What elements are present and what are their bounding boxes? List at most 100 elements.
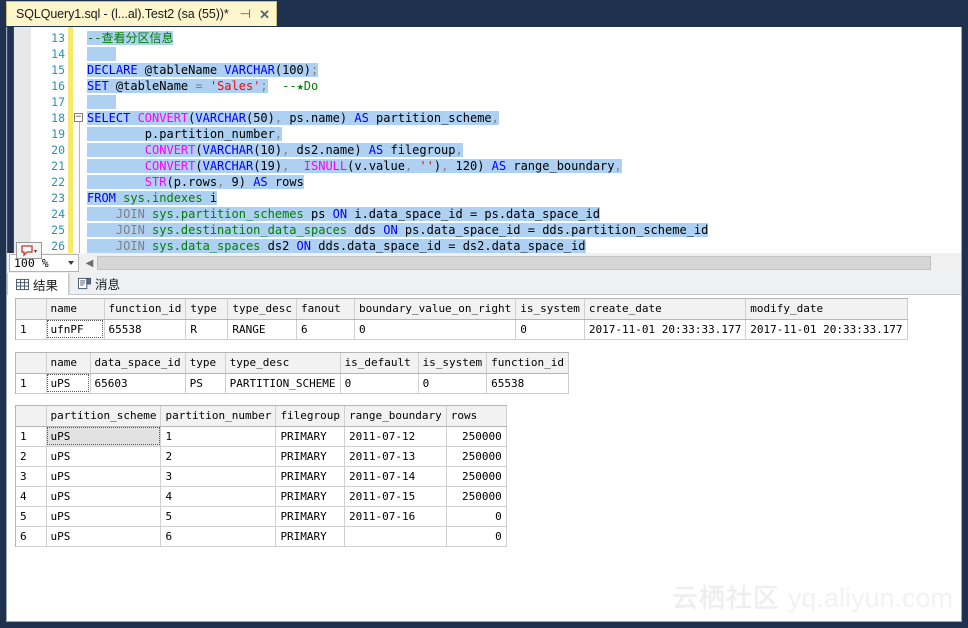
grid-column-header[interactable]: boundary_value_on_right <box>354 299 517 320</box>
grid-column-header[interactable]: name <box>46 299 105 320</box>
grid-cell[interactable]: PRIMARY <box>275 486 346 507</box>
grid-column-header[interactable]: type <box>185 299 229 320</box>
grid-cell[interactable]: 6 <box>296 319 355 340</box>
code-line[interactable]: p.partition_number, <box>87 126 283 142</box>
grid-cell[interactable]: 2011-07-16 <box>344 506 447 527</box>
scroll-left-arrow-icon[interactable]: ◀ <box>83 255 96 271</box>
grid-cell[interactable]: 6 <box>160 526 277 547</box>
partition-detail-grid[interactable]: partition_scheme partition_number filegrou… <box>15 405 507 547</box>
sql-editor[interactable]: 13 14 15 16 17 18 19 20 21 22 23 24 25 26 − --查看分区信息 … <box>6 27 962 263</box>
table-row[interactable]: 3 uPS 3 PRIMARY 2011-07-14 250000 <box>16 466 507 487</box>
grid-column-header[interactable]: modify_date <box>745 299 908 320</box>
grid-row-header[interactable]: 2 <box>16 446 47 467</box>
grid-cell[interactable]: 3 <box>160 466 277 487</box>
grid-cell[interactable]: 0 <box>354 319 517 340</box>
grid-cell[interactable]: 250000 <box>446 446 507 467</box>
grid-cell[interactable]: uPS <box>46 506 162 527</box>
grid-cell[interactable]: 65603 <box>90 373 186 394</box>
grid-row-header[interactable]: 6 <box>16 526 47 547</box>
grid-row-header[interactable]: 4 <box>16 486 47 507</box>
grid-cell[interactable]: 250000 <box>446 486 507 507</box>
collapse-region-icon[interactable]: − <box>74 113 83 122</box>
grid-cell[interactable]: uPS <box>46 446 162 467</box>
grid-cell[interactable]: PRIMARY <box>275 466 346 487</box>
grid-column-header[interactable]: type_desc <box>225 353 341 374</box>
grid-cell[interactable]: uPS <box>46 486 162 507</box>
grid-row-header[interactable]: 1 <box>16 426 47 447</box>
grid-cell[interactable]: 250000 <box>446 466 507 487</box>
table-row[interactable]: 6 uPS 6 PRIMARY 0 <box>16 526 507 547</box>
grid-column-header[interactable]: is_system <box>418 353 488 374</box>
grid-column-header[interactable]: is_default <box>340 353 419 374</box>
grid-column-header[interactable]: rows <box>446 406 507 427</box>
grid-cell[interactable]: 0 <box>446 526 507 547</box>
code-line[interactable]: CONVERT(VARCHAR(19), ISNULL(v.value, '')… <box>87 158 622 174</box>
intellisense-bubble-icon[interactable] <box>16 242 42 259</box>
grid-cell[interactable]: 250000 <box>446 426 507 447</box>
grid-column-header[interactable]: function_id <box>104 299 187 320</box>
grid-column-header[interactable]: type <box>185 353 226 374</box>
grid-cell[interactable]: 1 <box>160 426 277 447</box>
grid-cell[interactable]: 0 <box>340 373 419 394</box>
grid-cell[interactable]: PRIMARY <box>275 506 346 527</box>
grid-column-header[interactable]: filegroup <box>275 406 346 427</box>
grid-cell[interactable]: RANGE <box>227 319 297 340</box>
selection-margin[interactable] <box>14 27 31 263</box>
code-line[interactable]: FROM sys.indexes i <box>87 190 218 206</box>
grid-row-header[interactable]: 5 <box>16 506 47 527</box>
grid-cell[interactable]: 2011-07-13 <box>344 446 447 467</box>
grid-cell[interactable] <box>344 526 447 547</box>
grid-cell[interactable]: 0 <box>446 506 507 527</box>
grid-column-header[interactable]: function_id <box>486 353 570 374</box>
grid-column-header[interactable]: partition_scheme <box>46 406 162 427</box>
grid-corner-header[interactable] <box>16 406 47 427</box>
grid-cell[interactable]: PRIMARY <box>275 446 346 467</box>
code-line[interactable]: JOIN sys.partition_schemes ps ON i.data_… <box>87 206 600 222</box>
grid-cell[interactable]: uPS <box>46 426 162 447</box>
table-row[interactable]: 4 uPS 4 PRIMARY 2011-07-15 250000 <box>16 486 507 507</box>
grid-column-header[interactable]: fanout <box>296 299 355 320</box>
code-line[interactable] <box>87 46 116 62</box>
table-row[interactable]: 1 uPS 65603 PS PARTITION_SCHEME 0 0 65538 <box>16 373 570 394</box>
grid-cell[interactable]: PARTITION_SCHEME <box>225 373 341 394</box>
grid-cell[interactable]: ufnPF <box>46 319 105 340</box>
code-line[interactable]: SELECT CONVERT(VARCHAR(50), ps.name) AS … <box>87 110 499 126</box>
table-row[interactable]: 1 uPS 1 PRIMARY 2011-07-12 250000 <box>16 426 507 447</box>
grid-cell[interactable]: PS <box>185 373 226 394</box>
document-tab[interactable]: SQLQuery1.sql - (l...al).Test2 (sa (55))… <box>6 1 277 26</box>
grid-cell[interactable]: PRIMARY <box>275 526 346 547</box>
grid-cell[interactable]: 2011-07-12 <box>344 426 447 447</box>
grid-cell[interactable]: 4 <box>160 486 277 507</box>
grid-column-header[interactable]: range_boundary <box>344 406 447 427</box>
outlining-column[interactable]: − <box>73 27 87 263</box>
grid-cell[interactable]: 2011-07-14 <box>344 466 447 487</box>
grid-column-header[interactable]: type_desc <box>227 299 297 320</box>
partition-function-grid[interactable]: name function_id type type_desc fanout bounda… <box>15 298 908 340</box>
grid-column-header[interactable]: data_space_id <box>90 353 186 374</box>
grid-column-header[interactable]: create_date <box>584 299 747 320</box>
grid-row-header[interactable]: 1 <box>16 319 47 340</box>
close-icon[interactable]: ✕ <box>259 8 270 21</box>
code-text-area[interactable]: --查看分区信息 DECLARE @tableName VARCHAR(100)… <box>87 27 961 263</box>
grid-corner-header[interactable] <box>16 353 47 374</box>
grid-cell[interactable]: 65538 <box>486 373 570 394</box>
table-row[interactable]: 1 ufnPF 65538 R RANGE 6 0 0 2017-11-01 20:33:33.… <box>16 319 908 340</box>
code-line[interactable]: CONVERT(VARCHAR(10), ds2.name) AS filegr… <box>87 142 463 158</box>
grid-cell[interactable]: 0 <box>418 373 488 394</box>
table-row[interactable]: 5 uPS 5 PRIMARY 2011-07-16 0 <box>16 506 507 527</box>
grid-corner-header[interactable] <box>16 299 47 320</box>
grid-cell[interactable]: 0 <box>515 319 585 340</box>
partition-scheme-grid[interactable]: name data_space_id type type_desc is_default… <box>15 352 570 394</box>
table-row[interactable]: 2 uPS 2 PRIMARY 2011-07-13 250000 <box>16 446 507 467</box>
horizontal-scrollbar[interactable] <box>97 256 931 270</box>
grid-cell[interactable]: R <box>185 319 229 340</box>
grid-row-header[interactable]: 3 <box>16 466 47 487</box>
grid-cell[interactable]: PRIMARY <box>275 426 346 447</box>
grid-column-header[interactable]: is_system <box>515 299 585 320</box>
code-line[interactable]: JOIN sys.data_spaces ds2 ON dds.data_spa… <box>87 238 586 254</box>
chevron-down-icon[interactable] <box>68 261 74 265</box>
grid-cell[interactable]: 2011-07-15 <box>344 486 447 507</box>
results-tab-messages[interactable]: 消息 <box>69 273 130 294</box>
grid-cell[interactable]: uPS <box>46 466 162 487</box>
results-tab-grid[interactable]: 结果 <box>7 273 70 295</box>
